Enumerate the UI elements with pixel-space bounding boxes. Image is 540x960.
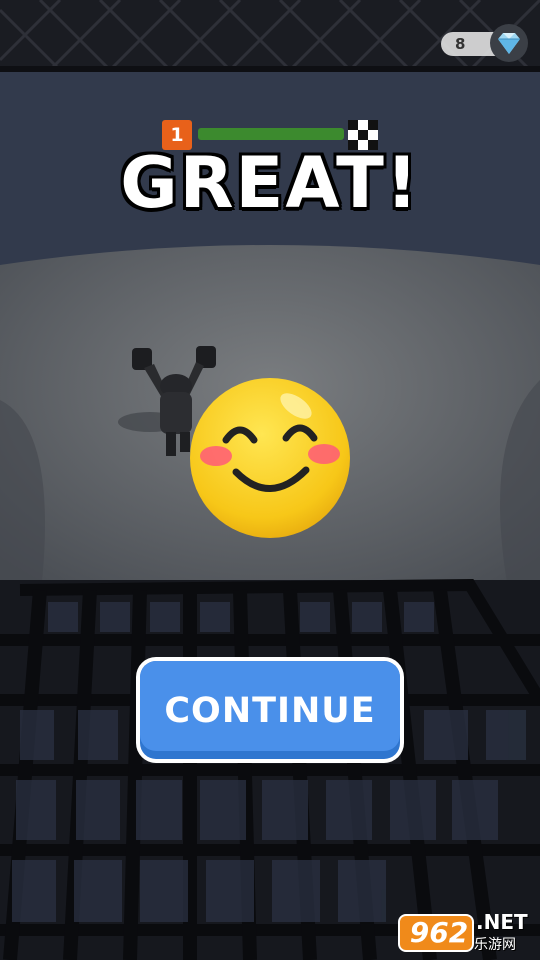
diamond-icon bbox=[490, 24, 528, 62]
continue-button-label[interactable]: CONTINUE bbox=[140, 691, 400, 731]
watermark-domain: .NET bbox=[476, 910, 528, 934]
continue-button-face[interactable]: CONTINUE bbox=[140, 661, 400, 759]
game-screen: 8 1 GREAT! CONTINUE 962 .NET 乐游网 bbox=[0, 0, 540, 960]
result-headline: GREAT! bbox=[120, 142, 420, 224]
site-watermark: 962 .NET 乐游网 bbox=[398, 908, 536, 956]
gem-count: 8 bbox=[455, 35, 466, 53]
smiling-face-with-blush-icon bbox=[190, 378, 350, 538]
gem-counter: 8 bbox=[441, 23, 529, 63]
continue-button[interactable]: CONTINUE bbox=[136, 657, 404, 763]
watermark-badge: 962 bbox=[398, 914, 474, 952]
watermark-number: 962 bbox=[409, 916, 469, 949]
level-progress-fill bbox=[198, 128, 344, 140]
level-progress-track bbox=[198, 128, 344, 140]
watermark-site-name: 乐游网 bbox=[474, 937, 516, 953]
